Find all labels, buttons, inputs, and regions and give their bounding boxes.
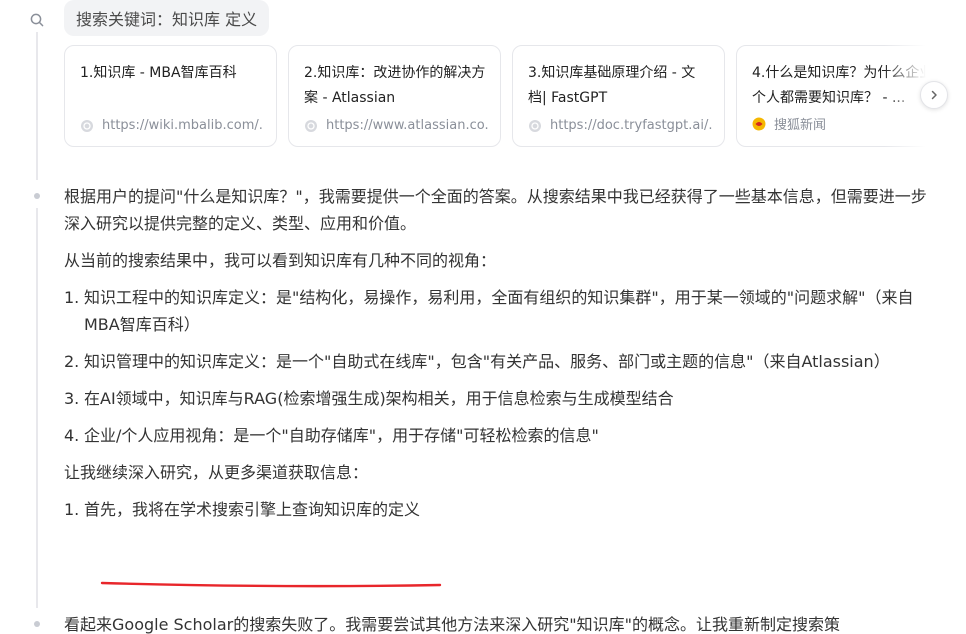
timeline-dot [34,621,40,627]
result-url: https://www.atlassian.co... [326,118,488,133]
thought-perspectives-lead: 从当前的搜索结果中，我可以看到知识库有几种不同的视角： [64,251,497,270]
list-item: 1. 首先，我将在学术搜索引擎上查询知识库的定义 [64,496,934,523]
search-result-carousel: 1.知识库 - MBA智库百科 https://wiki.mbalib.com/… [64,45,944,147]
globe-icon [529,119,541,132]
list-item: 3. 在AI领域中，知识库与RAG(检索增强生成)架构相关，用于信息检索与生成模型… [64,385,934,412]
globe-icon [81,119,93,132]
timeline-rail [36,32,38,180]
search-result-card[interactable]: 1.知识库 - MBA智库百科 https://wiki.mbalib.com/… [64,45,277,147]
result-title: 3.知识库基础原理介绍 - 文档| FastGPT [528,65,696,106]
list-item: 1. 知识工程中的知识库定义：是"结构化，易操作，易利用，全面有组织的知识集群"，… [64,284,934,338]
perspectives-list: 1. 知识工程中的知识库定义：是"结构化，易操作，易利用，全面有组织的知识集群"，… [64,284,934,449]
result-title: 2.知识库：改进协作的解决方案 - Atlassian [304,65,486,106]
list-text: 企业/个人应用视角：是一个"自助存储库"，用于存储"可轻松检索的信息" [84,426,599,445]
thought-continuation: 看起来Google Scholar的搜索失败了。我需要尝试其他方法来深入研究"知… [64,615,840,634]
result-url: https://doc.tryfastgpt.ai/... [550,118,712,133]
list-number: 3. [64,389,80,408]
next-steps-list: 1. 首先，我将在学术搜索引擎上查询知识库的定义 [64,496,934,523]
carousel-next-button[interactable] [920,81,948,109]
thought-next-lead: 让我继续深入研究，从更多渠道获取信息： [64,463,369,482]
annotation-arrow [100,581,442,588]
timeline-dot [34,193,40,199]
list-text: 知识管理中的知识库定义：是一个"自助式在线库"，包含"有关产品、服务、部门或主题… [84,352,890,371]
chevron-right-icon [931,90,937,100]
list-number: 1. [64,500,80,519]
list-number: 2. [64,352,80,371]
list-text: 在AI领域中，知识库与RAG(检索增强生成)架构相关，用于信息检索与生成模型结合 [84,389,674,408]
result-source: https://wiki.mbalib.com/... [80,118,264,133]
search-result-card[interactable]: 2.知识库：改进协作的解决方案 - Atlassian https://www.… [288,45,501,147]
thinking-block: 根据用户的提问"什么是知识库？"，我需要提供一个全面的答案。从搜索结果中我已经获… [64,183,934,533]
result-title: 1.知识库 - MBA智库百科 [80,65,237,81]
search-query-label: 搜索关键词：知识库 定义 [76,10,258,29]
sohu-logo-icon [752,117,766,130]
result-url: https://wiki.mbalib.com/... [102,118,264,133]
result-source-name: 搜狐新闻 [774,118,827,133]
list-item: 2. 知识管理中的知识库定义：是一个"自助式在线库"，包含"有关产品、服务、部门或… [64,348,934,375]
thought-intro: 根据用户的提问"什么是知识库？"，我需要提供一个全面的答案。从搜索结果中我已经获… [64,187,927,233]
list-item: 4. 企业/个人应用视角：是一个"自助存储库"，用于存储"可轻松检索的信息" [64,422,934,449]
search-result-card[interactable]: 3.知识库基础原理介绍 - 文档| FastGPT https://doc.tr… [512,45,725,147]
result-source: https://www.atlassian.co... [304,118,488,133]
globe-icon [305,119,317,132]
timeline-rail [36,208,38,608]
list-number: 1. [64,288,80,307]
list-text: 知识工程中的知识库定义：是"结构化，易操作，易利用，全面有组织的知识集群"，用于… [84,288,914,334]
list-number: 4. [64,426,80,445]
result-source: https://doc.tryfastgpt.ai/... [528,118,712,133]
search-query-pill: 搜索关键词：知识库 定义 [64,0,270,36]
list-text: 首先，我将在学术搜索引擎上查询知识库的定义 [84,500,421,519]
search-icon [30,13,44,27]
